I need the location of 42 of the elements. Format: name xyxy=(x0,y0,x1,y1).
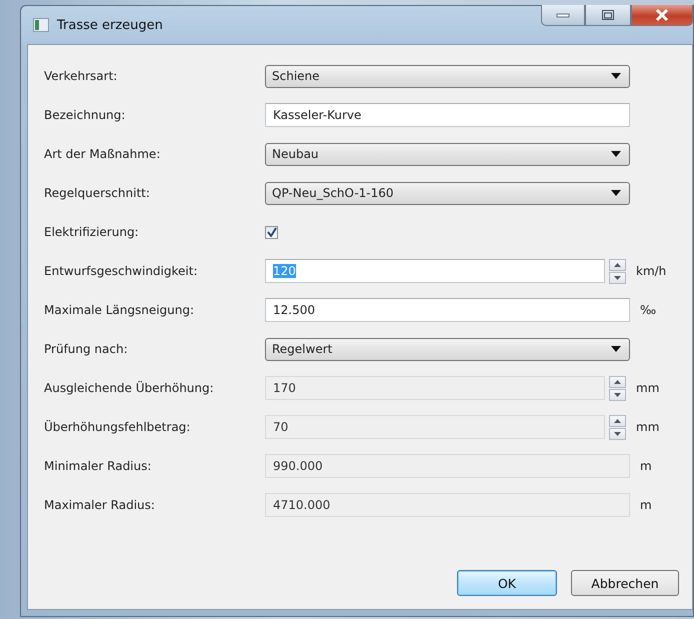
input-field[interactable]: 12.500 xyxy=(265,298,630,322)
unit-label: km/h xyxy=(636,264,666,278)
maximize-button[interactable] xyxy=(585,5,631,26)
unit-label: mm xyxy=(636,420,660,434)
dropdown[interactable]: Neubau xyxy=(265,142,630,166)
field-label: Maximale Längsneigung: xyxy=(44,303,196,317)
field-label: Minimaler Radius: xyxy=(44,459,152,473)
spin-buttons[interactable] xyxy=(609,414,626,440)
spin-buttons[interactable] xyxy=(609,376,626,400)
field-label: Verkehrsart: xyxy=(44,69,118,83)
dropdown[interactable]: Regelwert xyxy=(265,338,630,360)
minimize-icon xyxy=(556,12,570,18)
caret-icon xyxy=(611,151,621,157)
field-label: Entwurfsgeschwindigkeit: xyxy=(44,264,198,278)
input-field[interactable]: Kasseler-Kurve xyxy=(265,103,630,127)
dropdown[interactable]: Schiene xyxy=(265,64,630,88)
window-icon xyxy=(33,18,49,32)
field-label: Prüfung nach: xyxy=(44,342,129,356)
field-label: Regelquerschnitt: xyxy=(44,186,151,200)
close-icon xyxy=(654,8,670,22)
close-button[interactable] xyxy=(631,5,693,26)
caret-icon xyxy=(611,190,621,196)
ok-button[interactable]: OK xyxy=(457,570,557,596)
cancel-button[interactable]: Abbrechen xyxy=(571,570,679,596)
field-label: Bezeichnung: xyxy=(44,108,126,122)
unit-label: m xyxy=(640,498,652,512)
minimize-button[interactable] xyxy=(541,5,585,26)
field-label: Elektrifizierung: xyxy=(44,225,140,239)
unit-label: ‰ xyxy=(640,303,656,317)
unit-label: mm xyxy=(636,381,660,395)
spin-buttons[interactable] xyxy=(609,258,626,284)
field-label: Art der Maßnahme: xyxy=(44,147,162,161)
field-label: Überhöhungsfehlbetrag: xyxy=(44,420,192,434)
field-label: Ausgleichende Überhöhung: xyxy=(44,381,215,395)
window-title: Trasse erzeugen xyxy=(57,18,163,32)
field-label: Maximaler Radius: xyxy=(44,498,156,512)
unit-label: m xyxy=(640,459,652,473)
dropdown[interactable]: QP-Neu_SchO-1-160 xyxy=(265,182,630,204)
caret-icon xyxy=(611,73,621,79)
caret-icon xyxy=(611,346,621,352)
maximize-icon xyxy=(601,9,615,21)
checkbox[interactable] xyxy=(265,226,278,238)
